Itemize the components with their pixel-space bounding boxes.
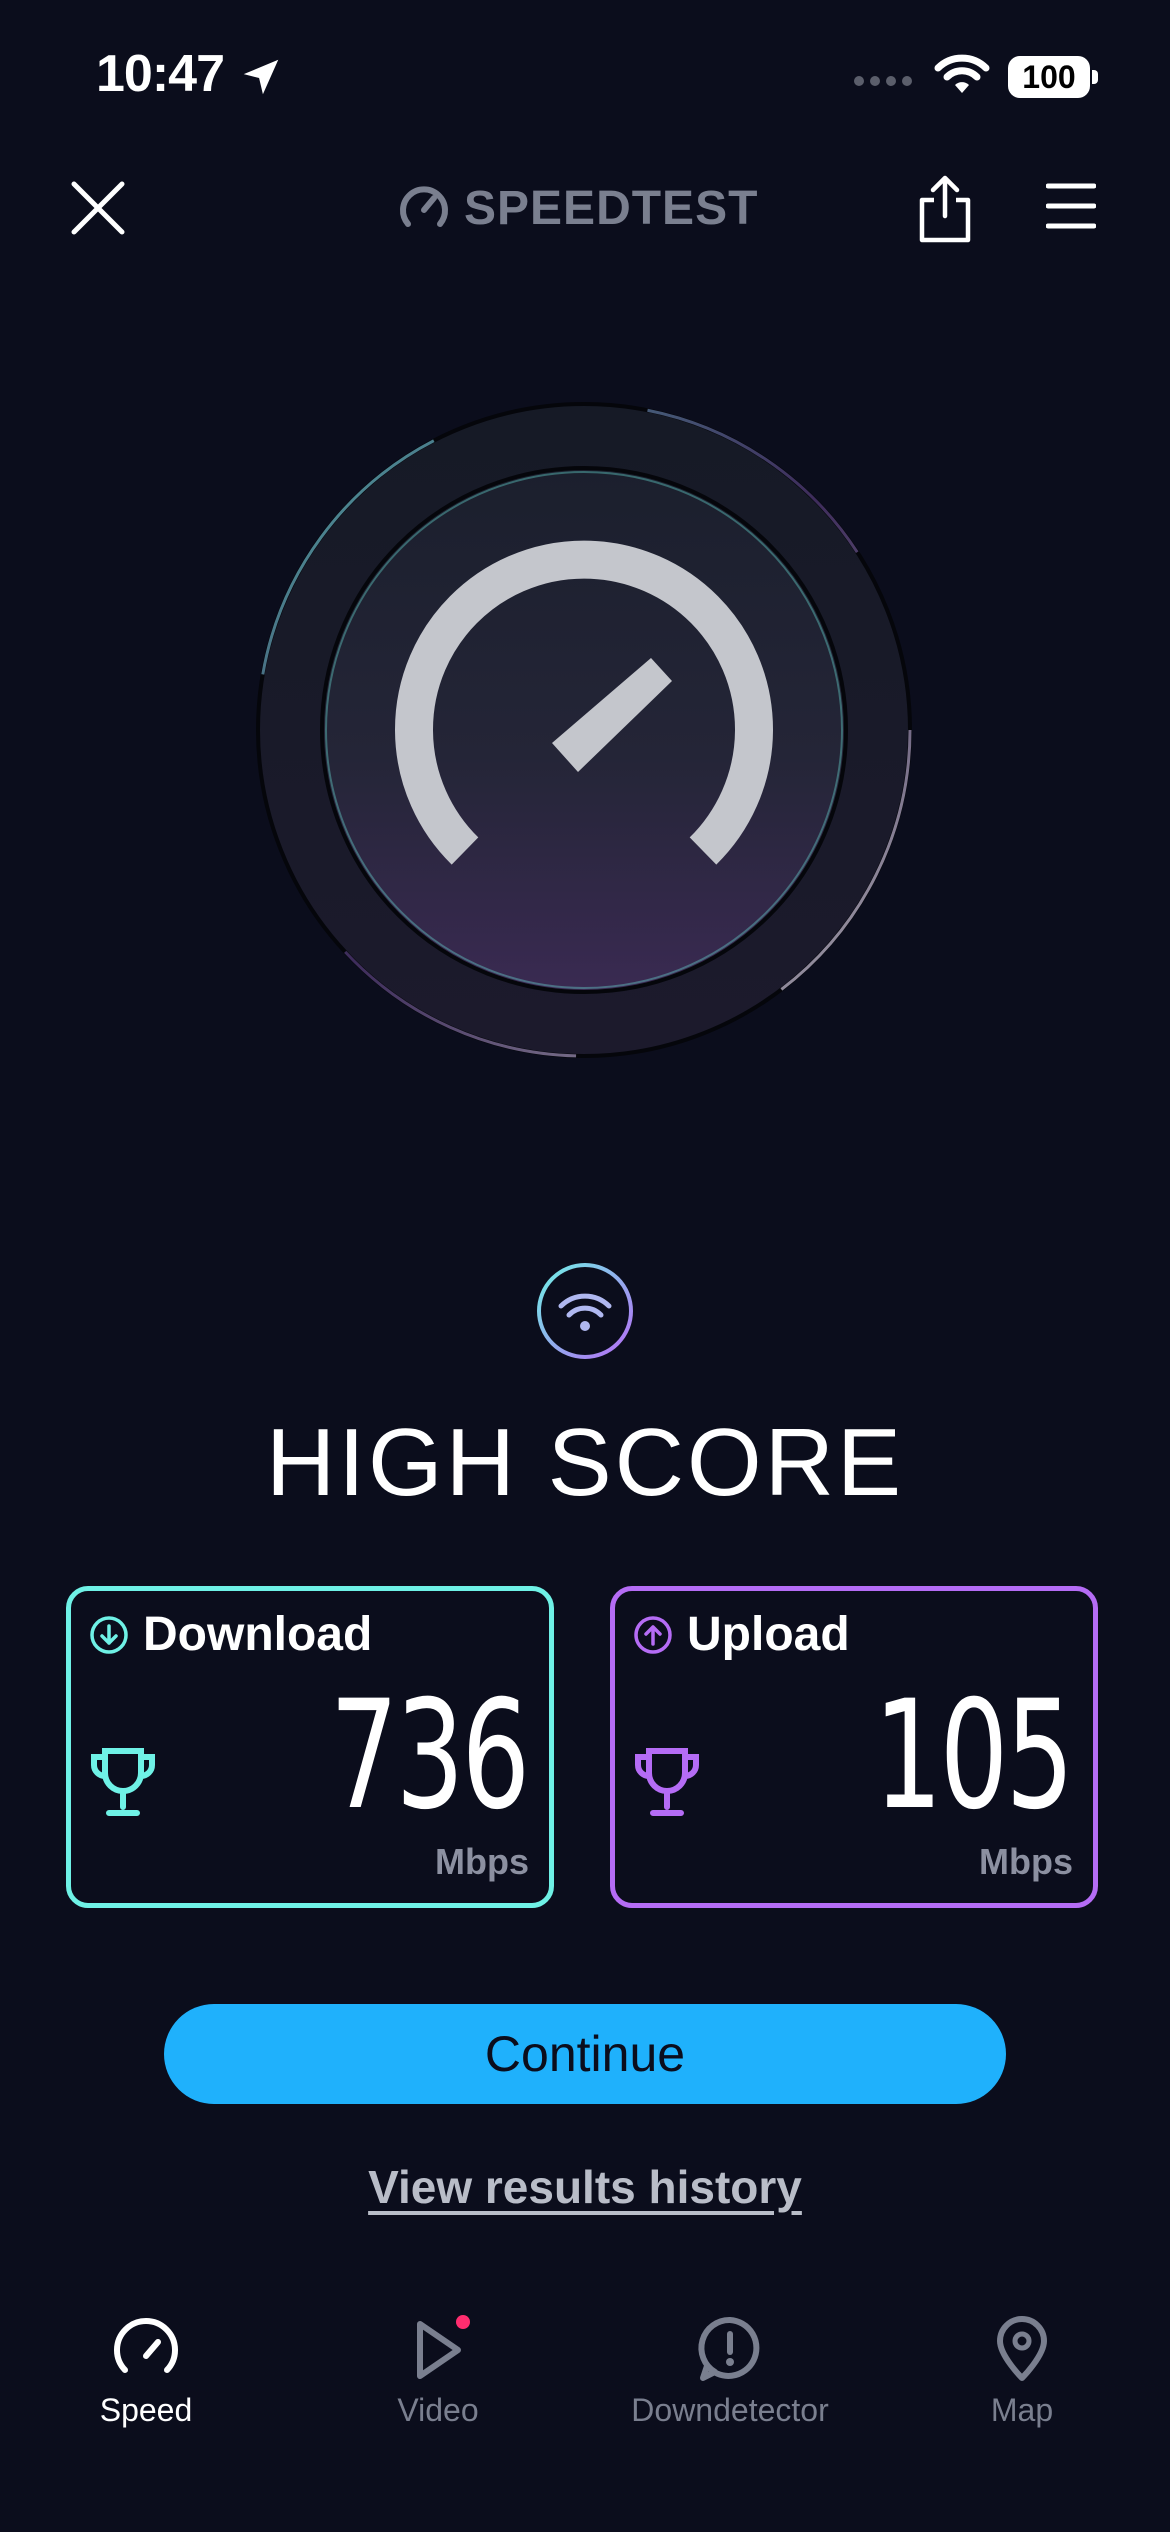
upload-label: Upload xyxy=(687,1608,850,1661)
speed-gauge[interactable] xyxy=(254,400,914,1060)
battery-indicator: 100 xyxy=(1008,56,1090,98)
menu-button[interactable] xyxy=(1046,180,1096,232)
share-button[interactable] xyxy=(916,172,974,244)
download-label: Download xyxy=(143,1608,373,1661)
tab-video-label: Video xyxy=(397,2392,479,2428)
download-unit: Mbps xyxy=(435,1841,529,1882)
trophy-icon xyxy=(91,1748,155,1816)
wifi-status-icon xyxy=(934,54,990,93)
score-title: HIGH SCORE xyxy=(265,1409,905,1516)
view-results-history-link[interactable]: View results history xyxy=(0,2160,1170,2214)
tab-downdetector-label: Downdetector xyxy=(631,2392,829,2428)
speedometer-icon xyxy=(114,2318,178,2373)
wifi-connection-icon xyxy=(537,1263,633,1359)
tab-map-label: Map xyxy=(990,2392,1054,2428)
notification-badge xyxy=(456,2315,470,2329)
download-value: 736 xyxy=(329,1669,529,1843)
download-result-card[interactable]: Download 736 Mbps xyxy=(66,1586,554,1908)
continue-button[interactable]: Continue xyxy=(164,2004,1006,2104)
upload-result-card[interactable]: Upload 105 Mbps xyxy=(610,1586,1098,1908)
tab-downdetector[interactable]: Downdetector xyxy=(584,2300,876,2440)
map-pin-icon xyxy=(997,2316,1047,2381)
tab-speed[interactable]: Speed xyxy=(0,2300,292,2440)
play-icon xyxy=(417,2315,470,2379)
location-arrow-icon xyxy=(243,59,279,95)
status-time: 10:47 xyxy=(96,45,225,103)
tab-speed-label: Speed xyxy=(99,2392,193,2428)
upload-value: 105 xyxy=(873,1669,1073,1843)
logo-gauge-icon xyxy=(400,186,448,227)
tab-map[interactable]: Map xyxy=(876,2300,1168,2440)
battery-tip xyxy=(1092,70,1098,84)
trophy-icon xyxy=(635,1748,699,1816)
speedtest-logo: SPEEDTEST xyxy=(398,178,758,238)
close-button[interactable] xyxy=(66,176,130,240)
upload-arrow-icon xyxy=(634,1616,672,1654)
download-arrow-icon xyxy=(90,1616,128,1654)
logo-text: SPEEDTEST xyxy=(464,181,759,235)
alert-icon xyxy=(698,2316,760,2381)
cellular-signal-icon xyxy=(854,76,912,86)
tab-video[interactable]: Video xyxy=(292,2300,584,2440)
upload-unit: Mbps xyxy=(979,1841,1073,1882)
